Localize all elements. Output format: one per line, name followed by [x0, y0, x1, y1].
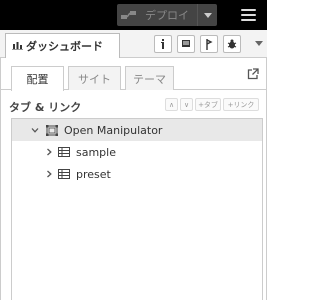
subtab-layout[interactable]: 配置 — [11, 66, 64, 91]
debug-icon[interactable] — [200, 35, 218, 53]
bug-icon[interactable] — [223, 35, 241, 53]
tree-item-label: sample — [76, 145, 116, 159]
chevron-down-icon[interactable] — [254, 38, 264, 48]
external-link-icon[interactable] — [247, 68, 259, 80]
add-tab-button[interactable]: +タブ — [195, 98, 221, 111]
section-title-tabs-links: タブ & リンク — [9, 101, 82, 114]
tree-item-tab[interactable]: Open Manipulator — [12, 119, 262, 141]
group-icon — [57, 146, 71, 158]
sidebar-tabbar: ダッシュボード — [0, 30, 267, 58]
tree-item-group[interactable]: sample — [12, 141, 262, 163]
deploy-label: デプロイ — [145, 9, 189, 22]
deploy-dropdown-caret-icon[interactable] — [197, 4, 217, 26]
tree-item-label: Open Manipulator — [64, 123, 163, 137]
tabs-links-tree: Open Manipulator sample preset — [11, 118, 263, 300]
subtab-site[interactable]: サイト — [68, 66, 121, 90]
expand-all-button[interactable]: ∨ — [180, 98, 193, 111]
info-icon[interactable] — [154, 35, 172, 53]
chevron-down-icon[interactable] — [30, 125, 40, 135]
chart-icon — [12, 40, 23, 53]
book-icon[interactable] — [177, 35, 195, 53]
deploy-icon — [117, 4, 141, 26]
tab-dashboard-label: ダッシュボード — [26, 40, 103, 53]
tree-item-group[interactable]: preset — [12, 163, 262, 185]
deploy-button[interactable]: デプロイ — [117, 4, 217, 26]
tab-icon — [45, 124, 59, 136]
tab-dashboard[interactable]: ダッシュボード — [5, 33, 120, 58]
chevron-right-icon[interactable] — [44, 169, 54, 179]
hamburger-menu-icon[interactable] — [241, 9, 256, 21]
collapse-all-button[interactable]: ∧ — [165, 98, 178, 111]
subtab-theme[interactable]: テーマ — [125, 66, 174, 90]
dashboard-panel: 配置 サイト テーマ タブ & リンク ∧ ∨ +タブ +リンク Open Ma… — [0, 58, 267, 300]
dashboard-subtabs: 配置 サイト テーマ — [1, 58, 266, 91]
group-icon — [57, 168, 71, 180]
tree-item-label: preset — [76, 167, 111, 181]
header-bar: デプロイ — [0, 0, 267, 30]
chevron-right-icon[interactable] — [44, 147, 54, 157]
add-link-button[interactable]: +リンク — [223, 98, 259, 111]
